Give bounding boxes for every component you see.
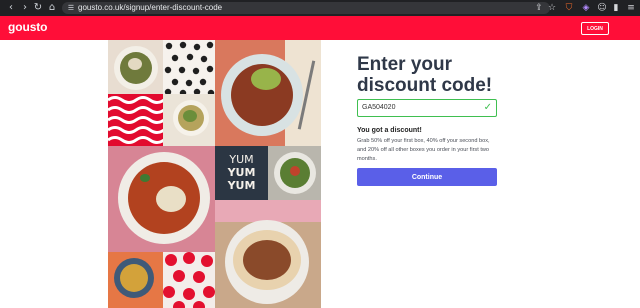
red-dot-pattern [163,252,215,308]
collage-tile-red-waves [108,94,163,146]
checkmark-icon: ✓ [483,102,492,113]
yum-text-3: YUM [227,179,256,192]
collage-tile-pasta-bowl [163,94,215,146]
site-info-icon[interactable]: ☰ [66,2,76,14]
browser-toolbar: ‹ › ↻ ⌂ ☰ gousto.co.uk/signup/enter-disc… [0,0,640,16]
share-icon[interactable]: ⇪ [533,2,545,14]
bookmark-icon[interactable]: ☆ [546,2,558,14]
collage-tile-yum-yum: YUM YUM YUM [215,146,268,200]
extension-icon[interactable]: ◈ [580,2,592,14]
collage-tile-polka-dots [163,40,215,94]
discount-code-input[interactable] [362,100,472,115]
discount-success-title: You got a discount! [357,127,422,134]
collage-tile-tacos [215,200,321,308]
home-icon[interactable]: ⌂ [47,2,57,14]
site-header [0,16,640,40]
collage-tile-stew-plate [108,146,215,252]
profile-icon[interactable]: ☺ [596,2,608,14]
discount-code-field[interactable]: ✓ [357,99,497,117]
page-title-line-2: discount code! [357,75,493,96]
url-text[interactable]: gousto.co.uk/signup/enter-discount-code [78,2,222,14]
yum-text-2: YUM [227,166,256,179]
brave-shield-icon[interactable]: ⛉ [563,2,575,14]
collage-tile-salad-bowl [108,40,163,94]
reload-icon[interactable]: ↻ [33,2,43,14]
sidebar-icon[interactable]: ▮ [610,2,622,14]
forward-icon[interactable]: › [20,2,30,14]
wave-pattern [108,96,163,144]
yum-text-1: YUM [229,153,254,166]
collage-tile-red-dots [163,252,215,308]
collage-tile-greens-bowl [268,146,321,200]
collage-tile-main-plate [215,40,321,146]
page-title-line-1: Enter your [357,54,453,75]
back-icon[interactable]: ‹ [6,2,16,14]
gousto-logo[interactable]: gousto [8,20,47,34]
login-button[interactable]: LOGIN [581,22,609,35]
discount-description: Grab 50% off your first box, 40% off you… [357,138,490,163]
menu-icon[interactable]: ≡ [625,2,637,14]
polka-dot-pattern [164,41,215,94]
collage-tile-small-bowl [108,252,163,308]
continue-button[interactable]: Continue [357,168,497,186]
food-collage: YUM YUM YUM [108,40,321,308]
